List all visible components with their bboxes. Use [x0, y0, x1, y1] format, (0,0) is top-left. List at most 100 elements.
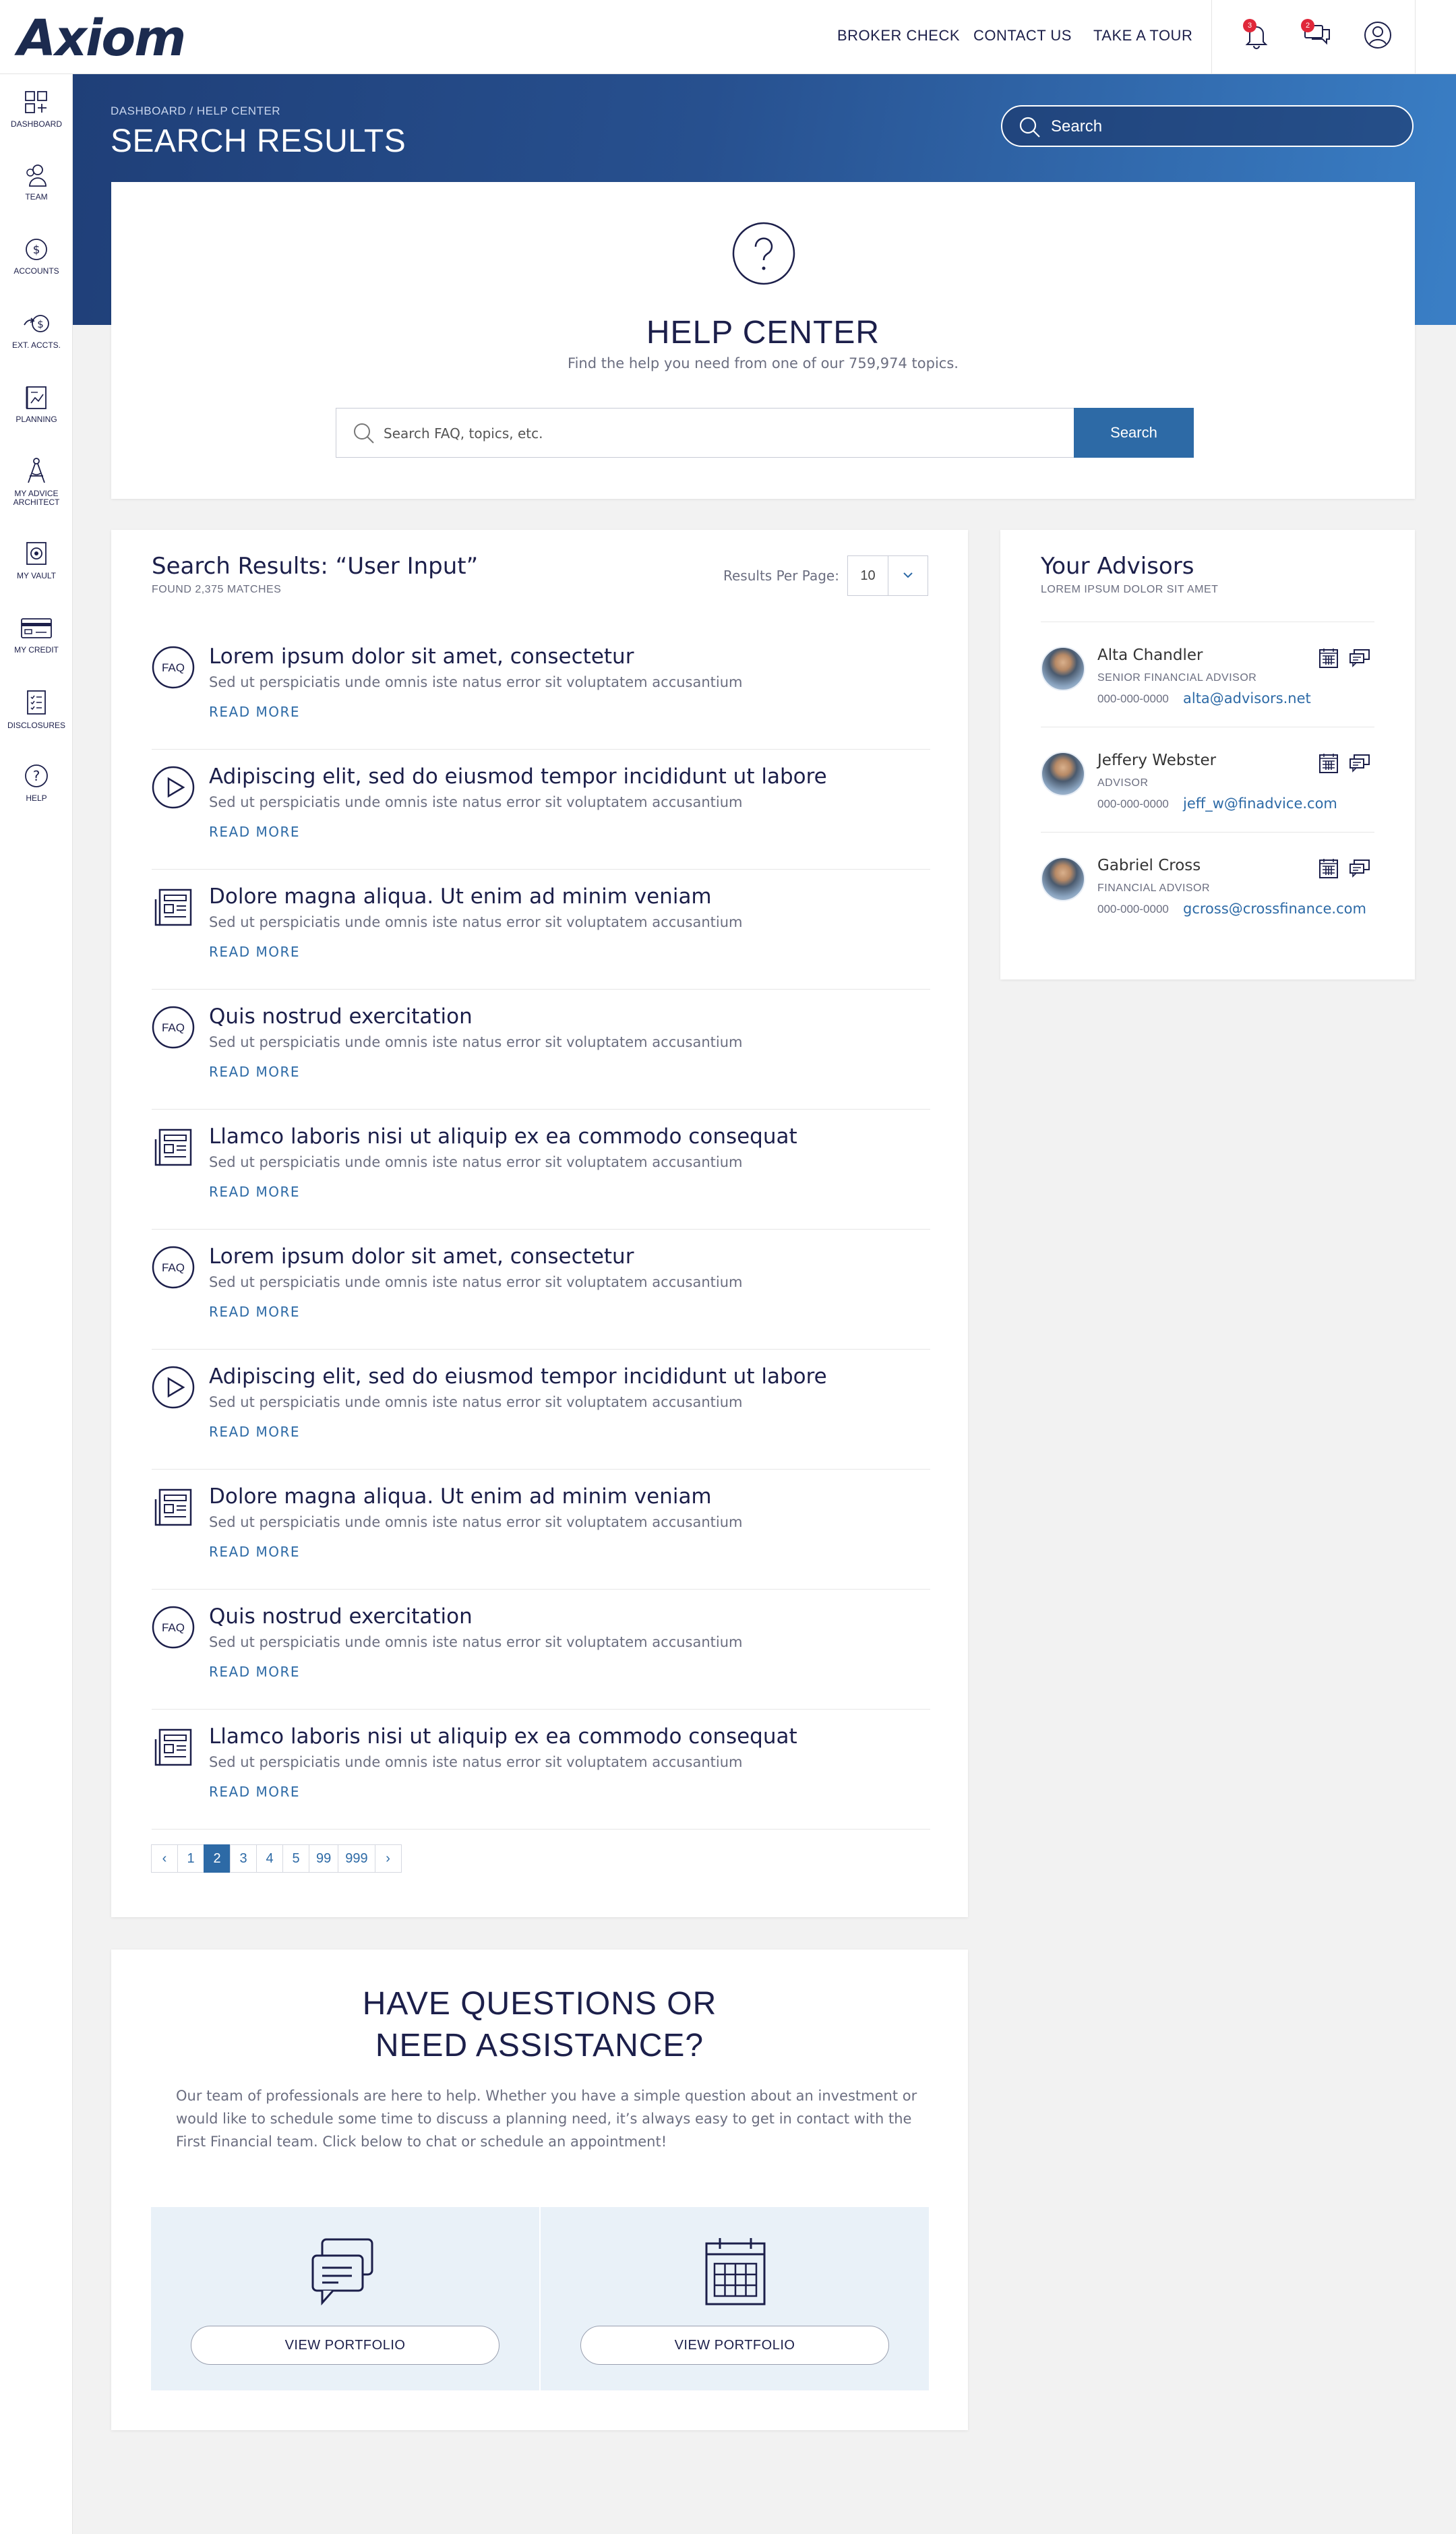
sidebar-item-vault[interactable]: MY VAULT — [0, 541, 73, 580]
sidebar-label: TEAM — [25, 192, 48, 202]
axiom-logo[interactable]: Axiom — [18, 9, 186, 67]
team-icon — [26, 164, 47, 187]
chat-panel: VIEW PORTFOLIO — [151, 2207, 539, 2390]
read-more-link[interactable]: READ MORE — [209, 944, 300, 960]
result-title[interactable]: Adipiscing elit, sed do eiusmod tempor i… — [209, 764, 827, 789]
sidebar-item-planning[interactable]: PLANNING — [0, 384, 73, 424]
pagination-page[interactable]: 999 — [338, 1844, 375, 1873]
help-search-field[interactable] — [336, 408, 1075, 458]
schedule-view-portfolio-button[interactable]: VIEW PORTFOLIO — [580, 2326, 889, 2365]
breadcrumb[interactable]: DASHBOARD / HELP CENTER — [111, 104, 280, 118]
advisor-email[interactable]: alta@advisors.net — [1183, 690, 1311, 706]
calendar-icon — [1319, 648, 1338, 668]
result-title[interactable]: Llamco laboris nisi ut aliquip ex ea com… — [209, 1724, 797, 1749]
chat-icon — [1349, 859, 1370, 878]
top-icon-group: 3 2 — [1211, 0, 1416, 74]
result-title[interactable]: Dolore magna aliqua. Ut enim ad minim ve… — [209, 1484, 712, 1509]
result-type-icon: FAQ — [152, 1246, 195, 1289]
chat-icon — [1349, 754, 1370, 773]
pagination-prev[interactable]: ‹ — [151, 1844, 178, 1873]
read-more-link[interactable]: READ MORE — [209, 824, 300, 840]
broker-check-link[interactable]: BROKER CHECK — [837, 27, 960, 44]
advisor-email[interactable]: gcross@crossfinance.com — [1183, 901, 1366, 917]
pagination-page[interactable]: 2 — [204, 1844, 231, 1873]
read-more-link[interactable]: READ MORE — [209, 1184, 300, 1200]
assistance-title-line1: HAVE QUESTIONS OR — [362, 1986, 717, 2022]
result-type-icon — [152, 886, 195, 929]
read-more-link[interactable]: READ MORE — [209, 1544, 300, 1560]
help-search-input[interactable] — [384, 421, 1058, 446]
notification-badge: 3 — [1243, 19, 1256, 32]
result-type-icon — [152, 1726, 195, 1769]
pagination-page[interactable]: 4 — [256, 1844, 283, 1873]
read-more-link[interactable]: READ MORE — [209, 1664, 300, 1680]
read-more-link[interactable]: READ MORE — [209, 1064, 300, 1080]
read-more-link[interactable]: READ MORE — [209, 1424, 300, 1440]
advisor-name: Gabriel Cross — [1097, 857, 1201, 874]
schedule-button[interactable] — [1317, 752, 1340, 775]
result-title[interactable]: Lorem ipsum dolor sit amet, consectetur — [209, 644, 634, 669]
accounts-icon: $ — [26, 239, 47, 260]
sidebar-item-accounts[interactable]: $ ACCOUNTS — [0, 236, 73, 276]
sidebar-item-dashboard[interactable]: DASHBOARD — [0, 89, 73, 129]
chat-button[interactable] — [1348, 646, 1371, 669]
sidebar: DASHBOARD TEAM $ ACCOUNTS $ EXT. ACCTS. … — [0, 74, 73, 2534]
header-search[interactable] — [1001, 105, 1414, 147]
result-type-icon — [152, 1486, 195, 1529]
result-title[interactable]: Adipiscing elit, sed do eiusmod tempor i… — [209, 1364, 827, 1389]
sidebar-label: MY ADVICE ARCHITECT — [13, 489, 60, 507]
sidebar-item-credit[interactable]: MY CREDIT — [0, 615, 73, 655]
sidebar-item-advice-architect[interactable]: MY ADVICE ARCHITECT — [0, 456, 73, 507]
chat-icon — [1349, 649, 1370, 667]
assistance-title-line2: NEED ASSISTANCE? — [375, 2028, 704, 2063]
search-result-item: Adipiscing elit, sed do eiusmod tempor i… — [152, 750, 930, 870]
schedule-button[interactable] — [1317, 646, 1340, 669]
schedule-button[interactable] — [1317, 857, 1340, 880]
help-search-button[interactable]: Search — [1074, 408, 1194, 458]
sidebar-item-disclosures[interactable]: DISCLOSURES — [0, 689, 73, 730]
chat-button[interactable] — [1348, 857, 1371, 880]
assistance-title: HAVE QUESTIONS OR NEED ASSISTANCE? — [111, 1983, 968, 2067]
result-title[interactable]: Lorem ipsum dolor sit amet, consectetur — [209, 1244, 634, 1269]
pagination-page[interactable]: 99 — [309, 1844, 339, 1873]
sidebar-item-help[interactable]: ? HELP — [0, 762, 73, 803]
header-search-input[interactable] — [1051, 115, 1388, 139]
faq-icon: FAQ — [152, 1606, 195, 1649]
search-result-item: Dolore magna aliqua. Ut enim ad minim ve… — [152, 1470, 930, 1590]
read-more-link[interactable]: READ MORE — [209, 1784, 300, 1800]
result-title[interactable]: Quis nostrud exercitation — [209, 1004, 473, 1029]
chat-button[interactable] — [1348, 752, 1371, 775]
messages-button[interactable]: 2 — [1298, 16, 1336, 54]
result-title[interactable]: Dolore magna aliqua. Ut enim ad minim ve… — [209, 884, 712, 909]
profile-button[interactable] — [1359, 16, 1397, 54]
result-type-icon — [152, 766, 195, 809]
read-more-link[interactable]: READ MORE — [209, 704, 300, 720]
credit-card-icon — [21, 618, 52, 638]
advisor-role: ADVISOR — [1097, 777, 1149, 789]
article-icon — [154, 1728, 192, 1766]
pagination-page[interactable]: 5 — [282, 1844, 309, 1873]
chat-view-portfolio-button[interactable]: VIEW PORTFOLIO — [191, 2326, 499, 2365]
result-title[interactable]: Llamco laboris nisi ut aliquip ex ea com… — [209, 1124, 797, 1149]
search-result-item: Dolore magna aliqua. Ut enim ad minim ve… — [152, 870, 930, 990]
faq-icon: FAQ — [152, 1006, 195, 1049]
advisor-email[interactable]: jeff_w@finadvice.com — [1183, 795, 1337, 812]
faq-icon-label: FAQ — [162, 1621, 185, 1634]
sidebar-item-ext-accts[interactable]: $ EXT. ACCTS. — [0, 310, 73, 350]
svg-text:$: $ — [37, 318, 44, 330]
read-more-link[interactable]: READ MORE — [209, 1304, 300, 1320]
pagination-page[interactable]: 3 — [230, 1844, 257, 1873]
take-tour-link[interactable]: TAKE A TOUR — [1093, 27, 1192, 44]
search-icon — [354, 423, 374, 444]
pagination-page[interactable]: 1 — [177, 1844, 204, 1873]
calendar-icon — [1319, 859, 1338, 878]
sidebar-label: ACCOUNTS — [13, 266, 59, 276]
sidebar-item-team[interactable]: TEAM — [0, 162, 73, 202]
notifications-button[interactable]: 3 — [1238, 16, 1275, 54]
result-title[interactable]: Quis nostrud exercitation — [209, 1604, 473, 1629]
per-page-dropdown[interactable] — [888, 556, 928, 595]
contact-us-link[interactable]: CONTACT US — [973, 27, 1072, 44]
per-page-select[interactable]: 10 — [847, 555, 928, 596]
result-type-icon — [152, 1126, 195, 1169]
pagination-next[interactable]: › — [374, 1844, 402, 1873]
